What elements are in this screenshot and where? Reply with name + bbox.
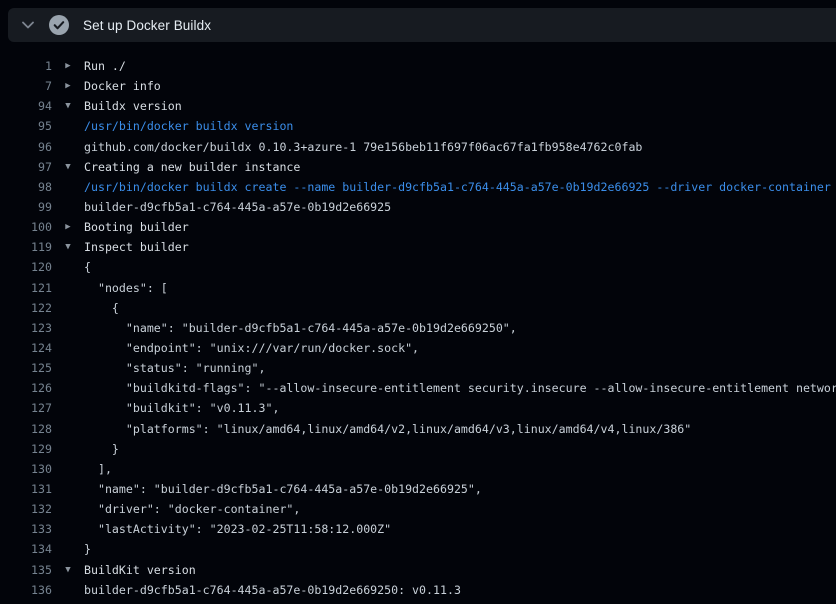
line-number[interactable]: 123 [0, 318, 52, 338]
log-line: 126 "buildkitd-flags": "--allow-insecure… [0, 378, 836, 398]
group-expanded-icon[interactable]: ▼ [52, 237, 84, 257]
log-viewer: 1 ▶ Run ./ 7 ▶ Docker info 94 ▼ Buildx v… [0, 50, 836, 604]
output-text: } [84, 539, 836, 559]
output-text: github.com/docker/buildx 0.10.3+azure-1 … [84, 137, 836, 157]
line-number[interactable]: 122 [0, 298, 52, 318]
line-number[interactable]: 120 [0, 257, 52, 277]
group-title[interactable]: Run ./ [84, 56, 836, 76]
log-line: 134 } [0, 539, 836, 559]
line-number[interactable]: 98 [0, 177, 52, 197]
chevron-down-icon[interactable] [20, 17, 36, 33]
line-number[interactable]: 133 [0, 519, 52, 539]
log-line: 129 } [0, 439, 836, 459]
output-text: "name": "builder-d9cfb5a1-c764-445a-a57e… [84, 318, 836, 338]
log-group-line[interactable]: 119 ▼ Inspect builder [0, 237, 836, 257]
group-collapsed-icon[interactable]: ▶ [52, 76, 84, 96]
line-number[interactable]: 128 [0, 419, 52, 439]
log-line: 130 ], [0, 459, 836, 479]
line-number[interactable]: 121 [0, 278, 52, 298]
group-expanded-icon[interactable]: ▼ [52, 560, 84, 580]
output-text: "lastActivity": "2023-02-25T11:58:12.000… [84, 519, 836, 539]
line-number[interactable]: 136 [0, 580, 52, 600]
output-text: "buildkitd-flags": "--allow-insecure-ent… [84, 378, 836, 398]
log-line: 132 "driver": "docker-container", [0, 499, 836, 519]
line-number[interactable]: 126 [0, 378, 52, 398]
line-number[interactable]: 132 [0, 499, 52, 519]
log-line: 136 builder-d9cfb5a1-c764-445a-a57e-0b19… [0, 580, 836, 600]
step-title: Set up Docker Buildx [83, 18, 211, 33]
group-collapsed-icon[interactable]: ▶ [52, 217, 84, 237]
log-group-line[interactable]: 1 ▶ Run ./ [0, 56, 836, 76]
output-text: } [84, 439, 836, 459]
log-group-line[interactable]: 94 ▼ Buildx version [0, 96, 836, 116]
line-number[interactable]: 127 [0, 398, 52, 418]
log-line: 124 "endpoint": "unix:///var/run/docker.… [0, 338, 836, 358]
command-text: /usr/bin/docker buildx create --name bui… [84, 177, 836, 197]
output-text: ], [84, 459, 836, 479]
log-line: 128 "platforms": "linux/amd64,linux/amd6… [0, 419, 836, 439]
group-expanded-icon[interactable]: ▼ [52, 157, 84, 177]
group-title[interactable]: Inspect builder [84, 237, 836, 257]
line-number[interactable]: 99 [0, 197, 52, 217]
group-title[interactable]: Creating a new builder instance [84, 157, 836, 177]
log-group-line[interactable]: 97 ▼ Creating a new builder instance [0, 157, 836, 177]
output-text: { [84, 257, 836, 277]
output-text: "driver": "docker-container", [84, 499, 836, 519]
log-line: 121 "nodes": [ [0, 278, 836, 298]
group-title[interactable]: Buildx version [84, 96, 836, 116]
output-text: "nodes": [ [84, 278, 836, 298]
log-group-line[interactable]: 135 ▼ BuildKit version [0, 560, 836, 580]
line-number[interactable]: 124 [0, 338, 52, 358]
output-text: builder-d9cfb5a1-c764-445a-a57e-0b19d2e6… [84, 197, 836, 217]
log-line: 99 builder-d9cfb5a1-c764-445a-a57e-0b19d… [0, 197, 836, 217]
output-text: { [84, 298, 836, 318]
line-number[interactable]: 95 [0, 116, 52, 136]
line-number[interactable]: 129 [0, 439, 52, 459]
output-text: builder-d9cfb5a1-c764-445a-a57e-0b19d2e6… [84, 580, 836, 600]
log-group-line[interactable]: 7 ▶ Docker info [0, 76, 836, 96]
line-number[interactable]: 125 [0, 358, 52, 378]
log-line: 125 "status": "running", [0, 358, 836, 378]
line-number[interactable]: 100 [0, 217, 52, 237]
group-expanded-icon[interactable]: ▼ [52, 96, 84, 116]
log-line: 98 /usr/bin/docker buildx create --name … [0, 177, 836, 197]
group-title[interactable]: BuildKit version [84, 560, 836, 580]
log-line: 127 "buildkit": "v0.11.3", [0, 398, 836, 418]
output-text: "name": "builder-d9cfb5a1-c764-445a-a57e… [84, 479, 836, 499]
line-number[interactable]: 135 [0, 560, 52, 580]
log-line: 133 "lastActivity": "2023-02-25T11:58:12… [0, 519, 836, 539]
output-text: "status": "running", [84, 358, 836, 378]
line-number[interactable]: 119 [0, 237, 52, 257]
step-header[interactable]: Set up Docker Buildx [8, 8, 836, 42]
line-number[interactable]: 134 [0, 539, 52, 559]
line-number[interactable]: 130 [0, 459, 52, 479]
line-number[interactable]: 7 [0, 76, 52, 96]
log-group-line[interactable]: 100 ▶ Booting builder [0, 217, 836, 237]
group-collapsed-icon[interactable]: ▶ [52, 56, 84, 76]
output-text: "buildkit": "v0.11.3", [84, 398, 836, 418]
log-line: 122 { [0, 298, 836, 318]
line-number[interactable]: 97 [0, 157, 52, 177]
output-text: "endpoint": "unix:///var/run/docker.sock… [84, 338, 836, 358]
line-number[interactable]: 1 [0, 56, 52, 76]
output-text: "platforms": "linux/amd64,linux/amd64/v2… [84, 419, 836, 439]
log-line: 95 /usr/bin/docker buildx version [0, 116, 836, 136]
group-title[interactable]: Docker info [84, 76, 836, 96]
log-line: 131 "name": "builder-d9cfb5a1-c764-445a-… [0, 479, 836, 499]
log-line: 120 { [0, 257, 836, 277]
line-number[interactable]: 96 [0, 137, 52, 157]
log-line: 123 "name": "builder-d9cfb5a1-c764-445a-… [0, 318, 836, 338]
line-number[interactable]: 131 [0, 479, 52, 499]
check-circle-icon [49, 15, 69, 35]
group-title[interactable]: Booting builder [84, 217, 836, 237]
log-line: 96 github.com/docker/buildx 0.10.3+azure… [0, 137, 836, 157]
command-text: /usr/bin/docker buildx version [84, 116, 836, 136]
line-number[interactable]: 94 [0, 96, 52, 116]
